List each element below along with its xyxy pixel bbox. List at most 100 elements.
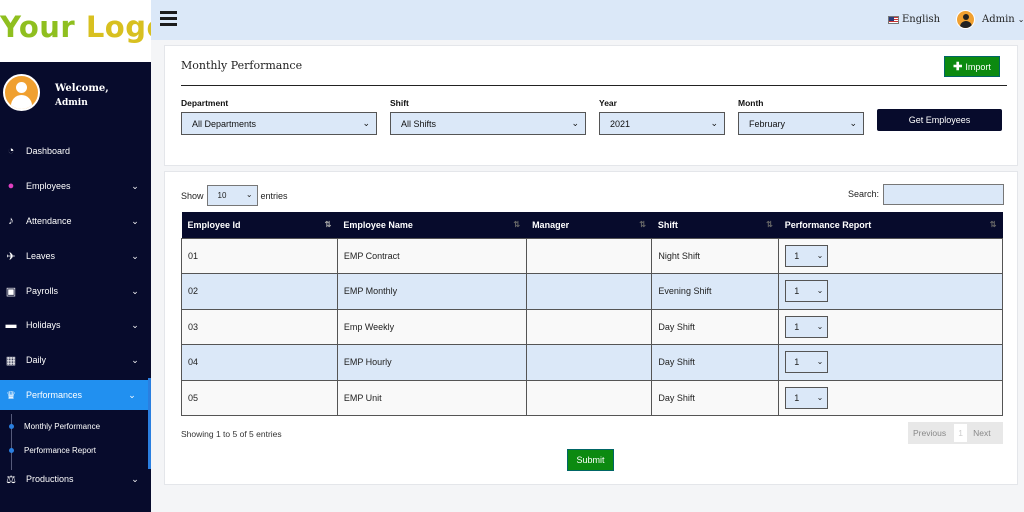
sidebar-item-label: Daily — [26, 355, 47, 365]
show-label: Show — [181, 190, 204, 201]
employee-id-cell: 05 — [181, 379, 338, 416]
submenu-item-monthly-performance[interactable]: Monthly Performance — [0, 416, 148, 436]
performance-report-select[interactable]: 1 ⌄ — [785, 351, 829, 374]
sidebar-item-payrolls[interactable]: ▣ Payrolls ⌄ — [0, 276, 151, 306]
submit-button[interactable]: Submit — [567, 449, 614, 471]
employee-name-cell: EMP Monthly — [336, 273, 527, 310]
department-select[interactable]: All Departments ⌄ — [181, 112, 377, 135]
shift-value: All Shifts — [401, 118, 437, 129]
chevron-down-icon: ⌄ — [131, 250, 139, 261]
column-header-shift[interactable]: Shift ⇅ — [651, 212, 779, 238]
manager-cell — [525, 308, 653, 345]
performance-report-select[interactable]: 1 ⌄ — [785, 280, 829, 303]
sidebar-item-employees[interactable]: ● Employees ⌄ — [0, 171, 151, 201]
year-select[interactable]: 2021 ⌄ — [599, 112, 725, 135]
chevron-down-icon: ⌄ — [816, 357, 824, 367]
filter-card: Monthly Performance ✚ Import Department … — [164, 45, 1018, 166]
table-row: 05 EMP Unit Day Shift 1 ⌄ — [181, 379, 1003, 416]
table-row: 01 EMP Contract Night Shift 1 ⌄ — [181, 237, 1003, 274]
chevron-down-icon: ⌄ — [571, 118, 579, 128]
money-icon: ▣ — [5, 285, 17, 298]
chevron-down-icon: ⌄ — [131, 354, 139, 365]
page-title: Monthly Performance — [181, 59, 303, 72]
performance-report-select[interactable]: 1 ⌄ — [785, 386, 829, 409]
submenu-item-performance-report[interactable]: Performance Report — [0, 440, 148, 460]
search-label: Search: — [848, 189, 880, 199]
performance-report-select[interactable]: 1 ⌄ — [785, 315, 829, 338]
submenu-item-label: Performance Report — [24, 445, 97, 455]
shift-cell: Day Shift — [651, 344, 780, 381]
sidebar-item-dashboard[interactable]: ◔ Dashboard — [0, 136, 151, 166]
user-avatar — [3, 74, 40, 111]
plus-icon: ✚ — [953, 61, 963, 73]
column-header-employee-name[interactable]: Employee Name ⇅ — [337, 212, 527, 238]
user-avatar-small — [956, 10, 975, 29]
logo[interactable]: Your Logo — [0, 10, 167, 44]
sidebar-item-label: Dashboard — [26, 146, 71, 156]
plane-icon: ✈ — [6, 250, 16, 263]
manager-cell — [525, 273, 653, 310]
get-employees-button[interactable]: Get Employees — [877, 109, 1002, 131]
employee-id-cell: 03 — [181, 308, 338, 345]
performance-report-cell: 1 ⌄ — [778, 273, 1003, 310]
entries-label: entries — [260, 190, 288, 201]
language-selector[interactable]: English — [888, 14, 940, 25]
sidebar-item-daily[interactable]: ▦ Daily ⌄ — [0, 345, 151, 375]
year-label: Year — [599, 98, 617, 108]
entries-select[interactable]: 10 ⌄ — [206, 185, 258, 206]
sidebar-item-performances[interactable]: ♛ Performances ⌄ — [0, 380, 148, 410]
next-page-button[interactable]: Next — [973, 428, 990, 438]
manager-cell — [525, 344, 653, 381]
sidebar-item-productions[interactable]: ⚖ Productions ⌄ — [0, 464, 151, 494]
sort-icon: ⇅ — [639, 220, 646, 229]
chevron-down-icon: ⌄ — [816, 250, 824, 260]
column-header-performance-report[interactable]: Performance Report ⇅ — [778, 212, 1003, 238]
year-value: 2021 — [610, 118, 631, 129]
chevron-down-icon: ⌄ — [131, 215, 139, 226]
submenu-item-label: Monthly Performance — [24, 421, 101, 431]
employee-table: Employee Id ⇅ Employee Name ⇅ Manager ⇅ Shi… — [181, 212, 1003, 416]
table-header-row: Employee Id ⇅ Employee Name ⇅ Manager ⇅ Shi… — [181, 212, 1003, 238]
sort-icon: ⇅ — [766, 220, 773, 229]
sidebar-item-attendance[interactable]: ♪ Attendance ⌄ — [0, 206, 151, 236]
chevron-down-icon: ⌄ — [131, 319, 139, 330]
month-select[interactable]: February ⌄ — [738, 112, 864, 135]
chevron-down-icon: ⌄ — [816, 321, 824, 331]
sidebar-item-label: Holidays — [26, 320, 61, 330]
month-value: February — [749, 118, 786, 129]
sidebar-item-label: Performances — [26, 390, 83, 400]
chevron-down-icon: ⌄ — [816, 286, 824, 296]
performance-report-cell: 1 ⌄ — [778, 308, 1003, 345]
shift-cell: Day Shift — [651, 379, 780, 416]
table-row: 03 Emp Weekly Day Shift 1 ⌄ — [181, 308, 1003, 345]
user-menu[interactable]: Admin ⌄ — [956, 10, 1024, 29]
chevron-down-icon: ⌄ — [849, 118, 857, 128]
employee-id-cell: 04 — [181, 344, 338, 381]
shift-select[interactable]: All Shifts ⌄ — [390, 112, 586, 135]
import-button[interactable]: ✚ Import — [944, 56, 1000, 77]
sidebar-item-leaves[interactable]: ✈ Leaves ⌄ — [0, 241, 151, 271]
logo-area: Your Logo — [0, 0, 166, 62]
search-input[interactable] — [883, 184, 1004, 205]
hamburger-menu-icon[interactable] — [160, 11, 177, 26]
column-header-employee-id[interactable]: Employee Id ⇅ — [181, 212, 338, 238]
performance-report-cell: 1 ⌄ — [778, 344, 1003, 381]
sidebar-item-holidays[interactable]: ▬ Holidays ⌄ — [0, 310, 151, 340]
bullet-icon — [9, 423, 14, 429]
entries-value: 10 — [217, 191, 227, 200]
page-button[interactable]: 1 — [954, 424, 968, 442]
previous-page-button[interactable]: Previous — [913, 428, 946, 438]
users-icon: ● — [7, 180, 15, 192]
table-card: Show 10 ⌄ entries Search: Employee Id ⇅ E… — [164, 171, 1018, 485]
logo-word-1: Your — [0, 10, 76, 44]
sort-icon: ⇅ — [513, 220, 521, 229]
chevron-down-icon: ⌄ — [816, 392, 824, 402]
sidebar-item-label: Attendance — [26, 216, 72, 226]
performance-report-select[interactable]: 1 ⌄ — [785, 244, 829, 267]
shift-cell: Evening Shift — [651, 273, 780, 310]
column-header-manager[interactable]: Manager ⇅ — [526, 212, 652, 238]
welcome-panel: Welcome, Admin — [0, 62, 151, 126]
shift-label: Shift — [390, 98, 409, 108]
chevron-down-icon: ⌄ — [131, 473, 139, 484]
chevron-down-icon: ⌄ — [131, 180, 139, 191]
